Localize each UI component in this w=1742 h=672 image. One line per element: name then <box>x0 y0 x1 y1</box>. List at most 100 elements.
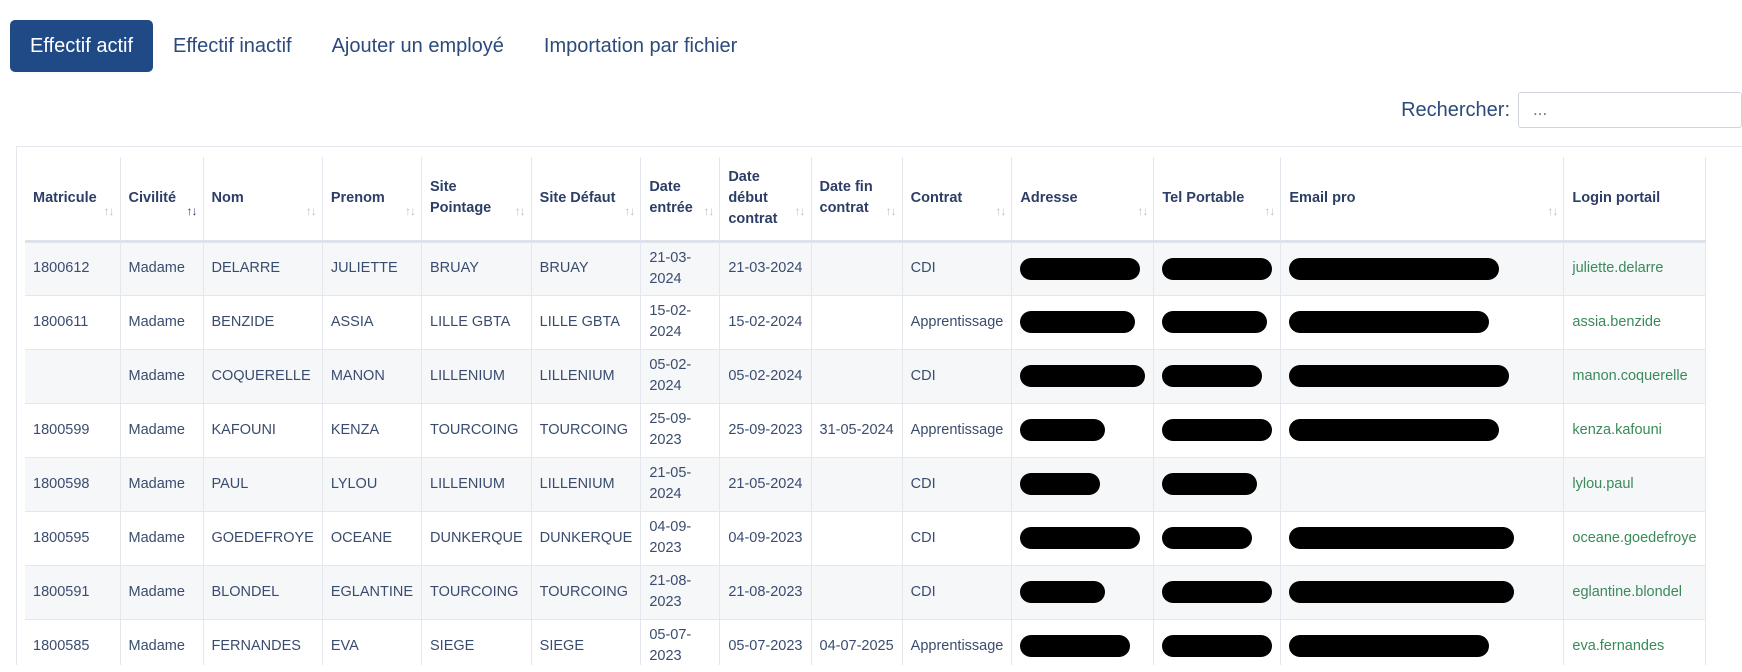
cell-adresse <box>1011 349 1155 404</box>
cell-site-pointage: BRUAY <box>421 241 532 296</box>
tab-effectif-actif[interactable]: Effectif actif <box>10 20 154 72</box>
redaction-mark <box>1162 365 1263 387</box>
cell-civilite: Madame <box>120 403 204 458</box>
employee-table-container: Matricule ↑↓ Civilité ↑↓ Nom ↑↓ Prenom ↑↓ Si… <box>16 146 1742 665</box>
col-header-date-debut-contrat[interactable]: Date début contrat ↑↓ <box>719 157 812 243</box>
sort-icon: ↑↓ <box>885 203 897 218</box>
cell-login-portail[interactable]: eglantine.blondel <box>1563 565 1706 620</box>
table-row[interactable]: 1800611 Madame BENZIDE ASSIA LILLE GBTA LILLE… <box>25 295 1706 350</box>
cell-adresse <box>1011 511 1155 566</box>
cell-nom: COQUERELLE <box>203 349 323 404</box>
cell-site-defaut: TOURCOING <box>531 565 642 620</box>
cell-site-pointage: LILLENIUM <box>421 349 532 404</box>
tab-ajouter-employe[interactable]: Ajouter un employé <box>312 20 524 72</box>
cell-contrat: CDI <box>902 457 1013 512</box>
cell-email-pro <box>1280 619 1565 665</box>
cell-site-defaut: LILLE GBTA <box>531 295 642 350</box>
search-input[interactable] <box>1518 92 1742 128</box>
redaction-mark <box>1162 311 1268 333</box>
cell-login-portail[interactable]: juliette.delarre <box>1563 241 1706 296</box>
table-row[interactable]: 1800599 Madame KAFOUNI KENZA TOURCOING TOURCO… <box>25 403 1706 458</box>
cell-site-defaut: TOURCOING <box>531 403 642 458</box>
cell-date-fin <box>811 349 903 404</box>
col-label: Contrat <box>910 189 963 206</box>
cell-login-portail[interactable]: lylou.paul <box>1563 457 1706 512</box>
sort-icon: ↑↓ <box>103 203 115 218</box>
cell-date-fin <box>811 295 903 350</box>
cell-email-pro <box>1280 241 1565 296</box>
cell-date-entree: 21-05-2024 <box>640 457 721 512</box>
table-row[interactable]: 1800591 Madame BLONDEL EGLANTINE TOURCOING TO… <box>25 565 1706 620</box>
col-header-civilite[interactable]: Civilité ↑↓ <box>120 157 204 243</box>
tab-importation-fichier[interactable]: Importation par fichier <box>524 20 757 72</box>
cell-date-fin <box>811 511 903 566</box>
table-row[interactable]: 1800585 Madame FERNANDES EVA SIEGE SIEGE 05-07… <box>25 619 1706 665</box>
sort-icon: ↑↓ <box>624 203 635 218</box>
cell-login-portail[interactable]: assia.benzide <box>1563 295 1706 350</box>
cell-email-pro <box>1280 457 1565 512</box>
cell-site-pointage: SIEGE <box>421 619 532 665</box>
col-header-matricule[interactable]: Matricule ↑↓ <box>25 157 121 243</box>
col-header-date-fin-contrat[interactable]: Date fin contrat ↑↓ <box>811 157 903 243</box>
cell-tel-portable <box>1153 241 1282 296</box>
col-header-site-defaut[interactable]: Site Défaut ↑↓ <box>531 157 642 243</box>
redaction-mark <box>1020 419 1106 441</box>
cell-login-portail[interactable]: manon.coquerelle <box>1563 349 1706 404</box>
cell-contrat: CDI <box>902 565 1013 620</box>
col-label: Tel Portable <box>1162 189 1245 206</box>
sort-icon: ↑↓ <box>405 203 416 218</box>
redaction-mark <box>1289 527 1515 549</box>
col-header-nom[interactable]: Nom ↑↓ <box>203 157 323 243</box>
col-label: Date début contrat <box>728 168 778 227</box>
col-header-site-pointage[interactable]: Site Pointage ↑↓ <box>421 157 532 243</box>
col-header-email-pro[interactable]: Email pro ↑↓ <box>1280 157 1565 243</box>
cell-date-entree: 21-03-2024 <box>640 241 721 296</box>
cell-login-portail[interactable]: oceane.goedefroye <box>1563 511 1706 566</box>
redaction-mark <box>1289 311 1490 333</box>
cell-nom: FERNANDES <box>203 619 323 665</box>
col-label: Adresse <box>1020 189 1078 206</box>
cell-prenom: JULIETTE <box>322 241 423 296</box>
cell-email-pro <box>1280 403 1565 458</box>
col-header-prenom[interactable]: Prenom ↑↓ <box>322 157 423 243</box>
redaction-mark <box>1289 257 1500 280</box>
cell-site-defaut: BRUAY <box>531 241 642 296</box>
cell-date-fin <box>811 565 903 620</box>
redaction-mark <box>1020 527 1141 549</box>
tab-effectif-inactif[interactable]: Effectif inactif <box>153 20 312 72</box>
cell-date-entree: 05-07-2023 <box>640 619 721 665</box>
cell-nom: KAFOUNI <box>203 403 323 458</box>
cell-site-defaut: LILLENIUM <box>531 349 642 404</box>
cell-matricule: 1800611 <box>25 295 121 350</box>
cell-date-debut: 15-02-2024 <box>719 295 812 350</box>
cell-tel-portable <box>1153 295 1282 350</box>
table-row[interactable]: 1800595 Madame GOEDEFROYE OCEANE DUNKERQUE DU… <box>25 511 1706 566</box>
table-row[interactable]: 1800598 Madame PAUL LYLOU LILLENIUM LILLENIUM… <box>25 457 1706 512</box>
redaction-mark <box>1162 419 1273 441</box>
col-label: Matricule <box>33 189 97 206</box>
cell-site-pointage: TOURCOING <box>421 403 532 458</box>
cell-matricule: 1800591 <box>25 565 121 620</box>
cell-date-fin: 31-05-2024 <box>811 403 903 458</box>
col-header-tel-portable[interactable]: Tel Portable ↑↓ <box>1153 157 1282 243</box>
cell-matricule: 1800599 <box>25 403 121 458</box>
redaction-mark <box>1020 635 1131 657</box>
cell-prenom: MANON <box>322 349 423 404</box>
cell-login-portail[interactable]: eva.fernandes <box>1563 619 1706 665</box>
col-header-login-portail[interactable]: Login portail <box>1563 157 1706 243</box>
table-row[interactable]: 1800612 Madame DELARRE JULIETTE BRUAY BRUAY 21… <box>25 241 1706 296</box>
table-row[interactable]: Madame COQUERELLE MANON LILLENIUM LILLENIUM 0… <box>25 349 1706 404</box>
cell-adresse <box>1011 295 1155 350</box>
sort-icon: ↑↓ <box>514 203 526 218</box>
col-header-date-entree[interactable]: Date entrée ↑↓ <box>640 157 721 243</box>
sort-icon: ↑↓ <box>703 203 714 218</box>
cell-prenom: EVA <box>322 619 423 665</box>
col-header-contrat[interactable]: Contrat ↑↓ <box>902 157 1013 243</box>
cell-adresse <box>1011 403 1155 458</box>
cell-civilite: Madame <box>120 457 204 512</box>
cell-login-portail[interactable]: kenza.kafouni <box>1563 403 1706 458</box>
col-header-adresse[interactable]: Adresse ↑↓ <box>1011 157 1155 243</box>
col-label: Login portail <box>1572 189 1661 206</box>
cell-date-debut: 25-09-2023 <box>719 403 812 458</box>
cell-date-fin <box>811 457 903 512</box>
